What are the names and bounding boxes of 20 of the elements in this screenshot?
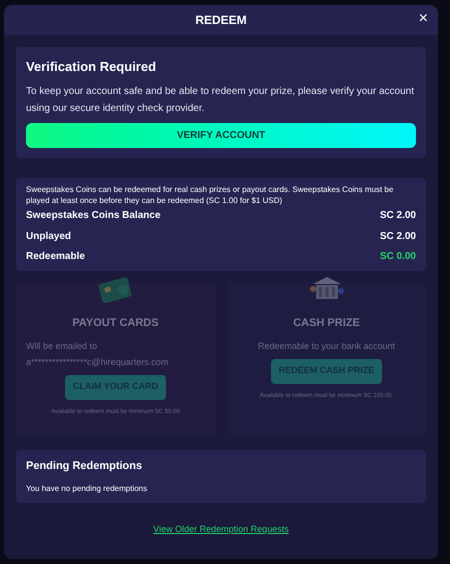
option-title: PAYOUT CARDS — [72, 316, 159, 331]
balance-value: SC 2.00 — [380, 230, 416, 244]
verify-account-button[interactable]: VERIFY ACCOUNT — [26, 122, 416, 148]
balance-value: SC 0.00 — [380, 250, 416, 264]
dialog-title: REDEEM — [195, 12, 247, 29]
older-requests-link[interactable]: View Older Redemption Requests — [153, 522, 289, 536]
verification-text: To keep your account safe and be able to redeem your prize, please verify your account using our secure identity check provider. — [26, 84, 416, 116]
balance-label: Redeemable — [26, 250, 85, 264]
card-title: Pending Redemptions — [26, 459, 144, 474]
card-title: Verification Required — [26, 58, 158, 76]
balance-value: SC 2.00 — [380, 209, 416, 224]
pending-text: You have no pending redemptions — [26, 482, 148, 494]
balance-label: Unplayed — [26, 230, 72, 244]
balance-label: Sweepstakes Coins Balance — [26, 209, 161, 224]
option-title: CASH PRIZE — [293, 316, 360, 331]
option-text: Redeemable to your bank account — [258, 340, 396, 353]
option-text: Will be emailed to — [26, 340, 98, 352]
option-text: a****************c@hirequarters.com — [26, 356, 168, 369]
close-button[interactable]: × — [418, 10, 428, 28]
balance-note: Sweepstakes Coins can be redeemed for real cash prizes or payout cards. Sweepstakes Coins must be played at least once before they can be redeemed (SC 1.00 for $1 USD) — [26, 184, 394, 206]
